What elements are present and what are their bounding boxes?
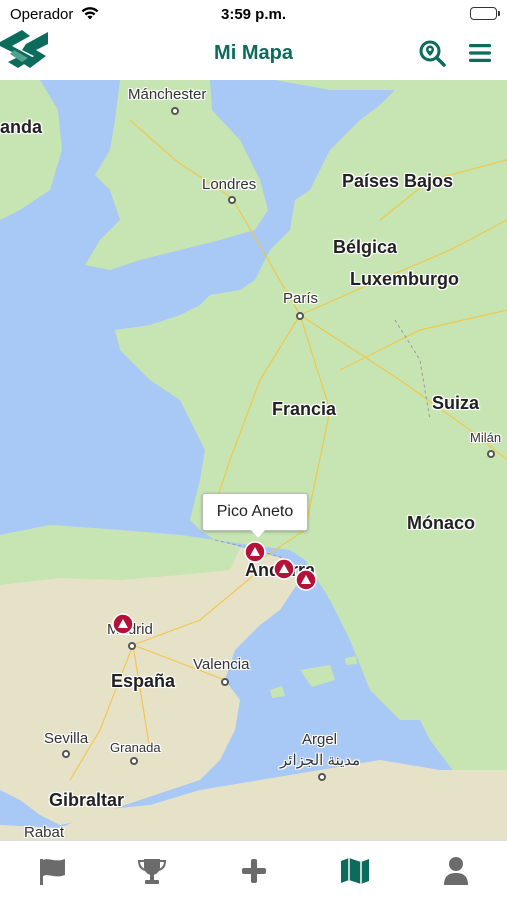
trophy-icon[interactable] <box>134 853 170 889</box>
map-label-paises-bajos: Países Bajos <box>342 171 454 191</box>
map-label-monaco: Mónaco <box>407 513 476 533</box>
menu-icon[interactable] <box>465 38 495 68</box>
nav-bar: Mi Mapa <box>0 28 507 80</box>
tab-bar <box>0 840 507 900</box>
peak-pin-marker[interactable] <box>273 558 295 580</box>
peak-pin-marker[interactable] <box>112 613 134 635</box>
map-label-valencia: Valencia <box>193 656 250 673</box>
city-marker <box>487 450 495 458</box>
city-marker <box>171 107 179 115</box>
city-marker <box>296 312 304 320</box>
map-label-milan: Milán <box>470 430 502 445</box>
map-label-espana: España <box>111 671 176 691</box>
peak-pin-marker[interactable] <box>295 569 317 591</box>
city-marker <box>318 773 326 781</box>
city-marker <box>62 750 70 758</box>
map-label-irlanda: anda <box>0 117 43 137</box>
status-bar: Operador 3:59 p.m. <box>0 0 507 28</box>
map-label-gibraltar: Gibraltar <box>49 790 125 810</box>
city-marker <box>221 678 229 686</box>
map-label-argel: Argel <box>302 731 338 748</box>
clock: 3:59 p.m. <box>220 6 287 23</box>
city-marker <box>128 642 136 650</box>
user-icon[interactable] <box>438 853 474 889</box>
map-label-granada: Granada <box>110 740 161 755</box>
map-label-rabat: Rabat <box>24 824 65 840</box>
map-label-argel-arabic: مدينة الجزائر <box>280 752 361 769</box>
battery-icon <box>470 7 500 20</box>
flag-icon[interactable] <box>35 853 71 889</box>
city-marker <box>130 757 138 765</box>
map-land-shapes <box>0 80 507 840</box>
pin-callout[interactable]: Pico Aneto <box>202 493 308 538</box>
map-icon[interactable] <box>337 853 373 889</box>
map-label-francia: Francia <box>272 399 337 419</box>
city-marker <box>228 196 236 204</box>
map-label-luxemburgo: Luxemburgo <box>350 269 460 289</box>
plus-icon[interactable] <box>236 853 272 889</box>
map-label-manchester: Mánchester <box>128 86 207 103</box>
map-search-icon[interactable] <box>417 38 447 68</box>
map-label-londres: Londres <box>202 176 257 193</box>
map-label-suiza: Suiza <box>432 393 480 413</box>
map-view[interactable]: anda Mánchester Londres Países Bajos Bél… <box>0 80 507 840</box>
map-label-sevilla: Sevilla <box>44 730 89 747</box>
peak-pin-marker[interactable] <box>244 541 266 563</box>
map-label-paris: París <box>283 290 319 307</box>
map-label-belgica: Bélgica <box>333 237 398 257</box>
